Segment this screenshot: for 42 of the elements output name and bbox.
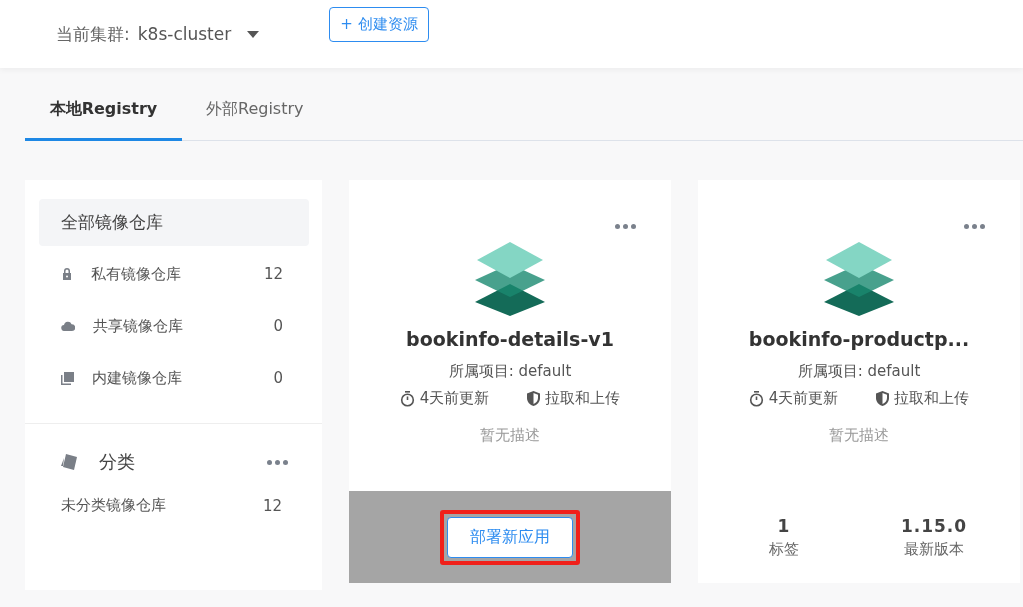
caret-icon[interactable] xyxy=(247,30,260,38)
more-icon[interactable] xyxy=(962,222,987,231)
permission-text: 拉取和上传 xyxy=(545,389,621,408)
updated-text: 4天前更新 xyxy=(419,389,490,408)
sidebar-item[interactable]: 共享镜像仓库 0 xyxy=(39,300,309,352)
project-label: 所属项目: default xyxy=(448,362,572,381)
copy-icon xyxy=(61,371,74,385)
lock-icon xyxy=(61,267,73,281)
project-label: 所属项目: default xyxy=(797,362,921,381)
shield-icon xyxy=(527,391,541,406)
more-icon[interactable] xyxy=(613,222,638,231)
repository-card[interactable]: bookinfo-details-v1 所属项目: default 4天前更新 拉取和上传 暂无描述 部署新应用 xyxy=(349,180,671,583)
repository-name: bookinfo-details-v1 xyxy=(406,328,614,350)
layers-icon xyxy=(473,242,547,316)
stopwatch-icon xyxy=(399,390,415,407)
cloud-icon xyxy=(61,321,75,331)
layers-icon xyxy=(822,242,896,316)
stat-value: 1 xyxy=(777,515,791,536)
registry-tab[interactable]: 外部Registry xyxy=(182,80,304,141)
permission-text: 拉取和上传 xyxy=(894,389,970,408)
tag-icon xyxy=(61,454,77,470)
registry-tab[interactable]: 本地Registry xyxy=(25,80,182,141)
deploy-button[interactable]: 部署新应用 xyxy=(447,516,573,558)
sidebar-item[interactable]: 全部镜像仓库 xyxy=(39,199,309,246)
cluster-label: 当前集群: xyxy=(56,22,130,46)
stat-value: 1.15.0 xyxy=(900,515,968,536)
description-text: 暂无描述 xyxy=(480,426,540,445)
repository-name: bookinfo-productp... xyxy=(748,328,970,350)
category-item[interactable]: 未分类镜像仓库 xyxy=(61,496,263,515)
cluster-value[interactable]: k8s-cluster xyxy=(137,24,232,44)
sidebar-item[interactable]: 私有镜像仓库 12 xyxy=(39,248,309,300)
sidebar-item[interactable]: 内建镜像仓库 0 xyxy=(39,352,309,404)
category-count: 12 xyxy=(262,496,282,515)
create-resource-button[interactable]: + 创建资源 xyxy=(329,6,429,42)
updated-text: 4天前更新 xyxy=(768,389,839,408)
description-text: 暂无描述 xyxy=(829,426,889,445)
shield-icon xyxy=(876,391,890,406)
repository-card[interactable]: bookinfo-productp... 所属项目: default 4天前更新 拉取和上传 暂无描述 1 标签 1.15.0 最新版本 xyxy=(698,180,1020,583)
stat-label: 最新版本 xyxy=(904,539,964,559)
stopwatch-icon xyxy=(748,390,764,407)
category-title: 分类 xyxy=(99,450,136,474)
stat-label: 标签 xyxy=(769,539,799,559)
